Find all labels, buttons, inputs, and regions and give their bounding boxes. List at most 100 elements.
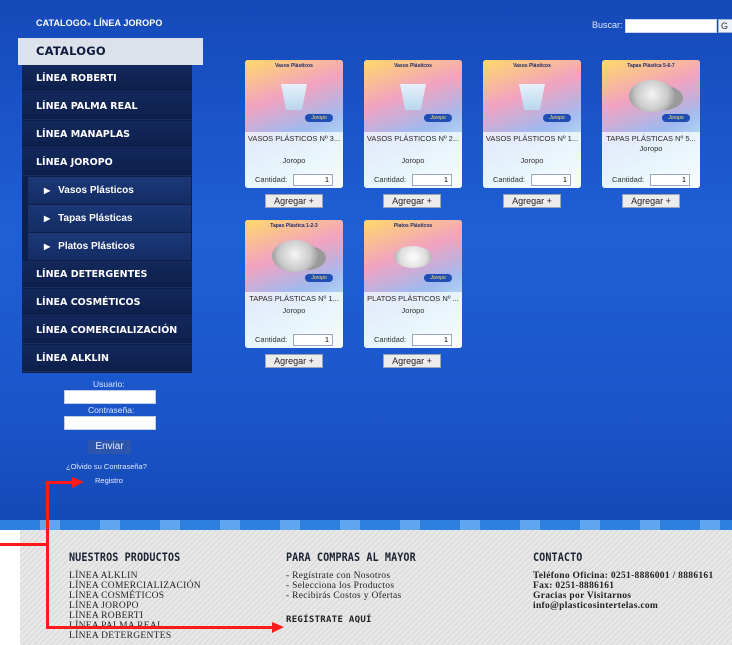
add-to-cart-button[interactable]: Agregar + — [503, 194, 561, 208]
quantity-input[interactable]: 1 — [650, 174, 690, 186]
product-image-title: Platos Plásticos — [393, 223, 433, 229]
product-image-title: Vasos Plásticos — [275, 63, 313, 69]
quantity-input[interactable]: 1 — [412, 334, 452, 346]
quantity-row: Cantidad: 1 — [245, 174, 343, 186]
sidebar-subitem-tapas[interactable]: ▶ Tapas Plásticas — [28, 205, 191, 232]
sidebar-item-comercializacion[interactable]: LÍNEA COMERCIALIZACIÓN — [22, 317, 192, 344]
quantity-input[interactable]: 1 — [293, 334, 333, 346]
quantity-row: Cantidad: 1 — [483, 174, 581, 186]
brand-logo: Joropo — [543, 114, 571, 122]
sidebar: LÍNEA ROBERTI LÍNEA PALMA REAL LÍNEA MAN… — [22, 65, 192, 373]
product-brand: Joropo — [282, 306, 306, 315]
sidebar-item-joropo[interactable]: LÍNEA JOROPO — [22, 149, 192, 176]
quantity-input[interactable]: 1 — [531, 174, 571, 186]
wholesale-step: - Regístrate con Nosotros — [286, 571, 391, 581]
forgot-password-link[interactable]: ¿Olvido su Contraseña? — [66, 462, 147, 471]
product-name[interactable]: TAPAS PLÁSTICAS Nº 5... — [602, 134, 700, 143]
sidebar-item-palma-real[interactable]: LÍNEA PALMA REAL — [22, 93, 192, 120]
add-to-cart-button[interactable]: Agregar + — [383, 354, 441, 368]
sidebar-item-roberti[interactable]: LÍNEA ROBERTI — [22, 65, 192, 92]
quantity-row: Cantidad: 1 — [364, 174, 462, 186]
quantity-label: Cantidad: — [612, 175, 645, 184]
quantity-input[interactable]: 1 — [412, 174, 452, 186]
product-card[interactable]: Vasos Plásticos Joropo VASOS PLÁSTICOS N… — [245, 60, 343, 188]
wholesale-step: - Selecciona los Productos — [286, 581, 395, 591]
plate-image — [394, 246, 432, 268]
contact-fax: Fax: 0251-8886161 — [533, 581, 615, 591]
brand-logo: Joropo — [424, 114, 452, 122]
product-brand: Joropo — [520, 156, 544, 165]
brand-logo: Joropo — [305, 114, 333, 122]
product-name[interactable]: VASOS PLÁSTICOS Nº 1... — [483, 134, 581, 143]
lid-image — [629, 80, 675, 112]
triangle-right-icon: ▶ — [44, 214, 51, 223]
password-label: Contraseña: — [88, 405, 135, 415]
brand-logo: Joropo — [305, 274, 333, 282]
product-name[interactable]: TAPAS PLÁSTICAS Nº 1... — [245, 294, 343, 303]
footer-product-link[interactable]: LÍNEA ALKLIN — [69, 571, 138, 581]
register-link[interactable]: Registro — [95, 476, 123, 485]
sidebar-item-detergentes[interactable]: LÍNEA DETERGENTES — [22, 261, 192, 288]
add-to-cart-button[interactable]: Agregar + — [265, 354, 323, 368]
breadcrumb-catalog[interactable]: CATALOGO — [36, 18, 87, 28]
sidebar-subitem-vasos[interactable]: ▶ Vasos Plásticos — [28, 177, 191, 204]
password-field[interactable] — [64, 416, 156, 430]
breadcrumb-current: LÍNEA JOROPO — [90, 18, 163, 28]
product-card[interactable]: Tapas Plástica 5-6-7 Joropo TAPAS PLÁSTI… — [602, 60, 700, 188]
footer-product-link[interactable]: LÍNEA ROBERTI — [69, 611, 143, 621]
register-here-link[interactable]: REGÍSTRATE AQUÍ — [286, 615, 372, 625]
quantity-label: Cantidad: — [255, 335, 288, 344]
breadcrumb: CATALOGO» LÍNEA JOROPO — [36, 18, 162, 28]
product-image-title: Tapas Plástica 1-2-3 — [270, 223, 318, 229]
add-to-cart-button[interactable]: Agregar + — [383, 194, 441, 208]
brand-logo: Joropo — [424, 274, 452, 282]
search-input[interactable] — [625, 19, 717, 33]
contact-email[interactable]: info@plasticosintertelas.com — [533, 601, 658, 611]
sidebar-title[interactable]: CATALOGO — [18, 38, 203, 65]
product-brand: Joropo — [401, 156, 425, 165]
product-name[interactable]: VASOS PLÁSTICOS Nº 3... — [245, 134, 343, 143]
product-image-title: Tapas Plástica 5-6-7 — [627, 63, 675, 69]
add-to-cart-button[interactable]: Agregar + — [265, 194, 323, 208]
product-name[interactable]: VASOS PLÁSTICOS Nº 2... — [364, 134, 462, 143]
contact-thanks: Gracias por Visitarnos — [533, 591, 632, 601]
footer-product-link[interactable]: LÍNEA COSMÉTICOS — [69, 591, 164, 601]
product-image-title: Vasos Plásticos — [513, 63, 551, 69]
contact-phone: Teléfono Oficina: 0251-8886001 / 8886161 — [533, 571, 714, 581]
quantity-row: Cantidad: 1 — [245, 334, 343, 346]
product-name[interactable]: PLATOS PLÁSTICOS Nº ... — [364, 294, 462, 303]
product-card[interactable]: Tapas Plástica 1-2-3 Joropo TAPAS PLÁSTI… — [245, 220, 343, 348]
send-button[interactable]: Enviar — [88, 440, 131, 454]
sidebar-subitem-platos[interactable]: ▶ Platos Plásticos — [28, 233, 191, 260]
username-label: Usuario: — [93, 379, 125, 389]
sidebar-item-cosmeticos[interactable]: LÍNEA COSMÉTICOS — [22, 289, 192, 316]
footer-contact-title: CONTACTO — [533, 550, 583, 564]
product-brand: Joropo — [401, 306, 425, 315]
product-card[interactable]: Vasos Plásticos Joropo VASOS PLÁSTICOS N… — [364, 60, 462, 188]
lid-image — [272, 240, 318, 272]
add-to-cart-button[interactable]: Agregar + — [622, 194, 680, 208]
quantity-label: Cantidad: — [255, 175, 288, 184]
main-content-area: CATALOGO» LÍNEA JOROPO Buscar: G CATALOG… — [0, 0, 732, 520]
quantity-input[interactable]: 1 — [293, 174, 333, 186]
footer-product-link[interactable]: LÍNEA DETERGENTES — [69, 631, 171, 641]
product-brand: Joropo — [639, 144, 663, 153]
footer-products-title: NUESTROS PRODUCTOS — [69, 550, 181, 564]
username-field[interactable] — [64, 390, 156, 404]
product-card[interactable]: Vasos Plásticos Joropo VASOS PLÁSTICOS N… — [483, 60, 581, 188]
footer-product-link[interactable]: LÍNEA COMERCIALIZACIÓN — [69, 581, 201, 591]
quantity-row: Cantidad: 1 — [602, 174, 700, 186]
sidebar-item-alklin[interactable]: LÍNEA ALKLIN — [22, 345, 192, 372]
product-card[interactable]: Platos Plásticos Joropo PLATOS PLÁSTICOS… — [364, 220, 462, 348]
sidebar-item-manaplas[interactable]: LÍNEA MANAPLAS — [22, 121, 192, 148]
wholesale-step: - Recibirás Costos y Ofertas — [286, 591, 402, 601]
triangle-right-icon: ▶ — [44, 242, 51, 251]
quantity-row: Cantidad: 1 — [364, 334, 462, 346]
product-brand: Joropo — [282, 156, 306, 165]
triangle-right-icon: ▶ — [44, 186, 51, 195]
quantity-label: Cantidad: — [374, 335, 407, 344]
product-image-title: Vasos Plásticos — [394, 63, 432, 69]
quantity-label: Cantidad: — [374, 175, 407, 184]
footer-product-link[interactable]: LÍNEA JOROPO — [69, 601, 139, 611]
search-button[interactable]: G — [718, 19, 732, 33]
